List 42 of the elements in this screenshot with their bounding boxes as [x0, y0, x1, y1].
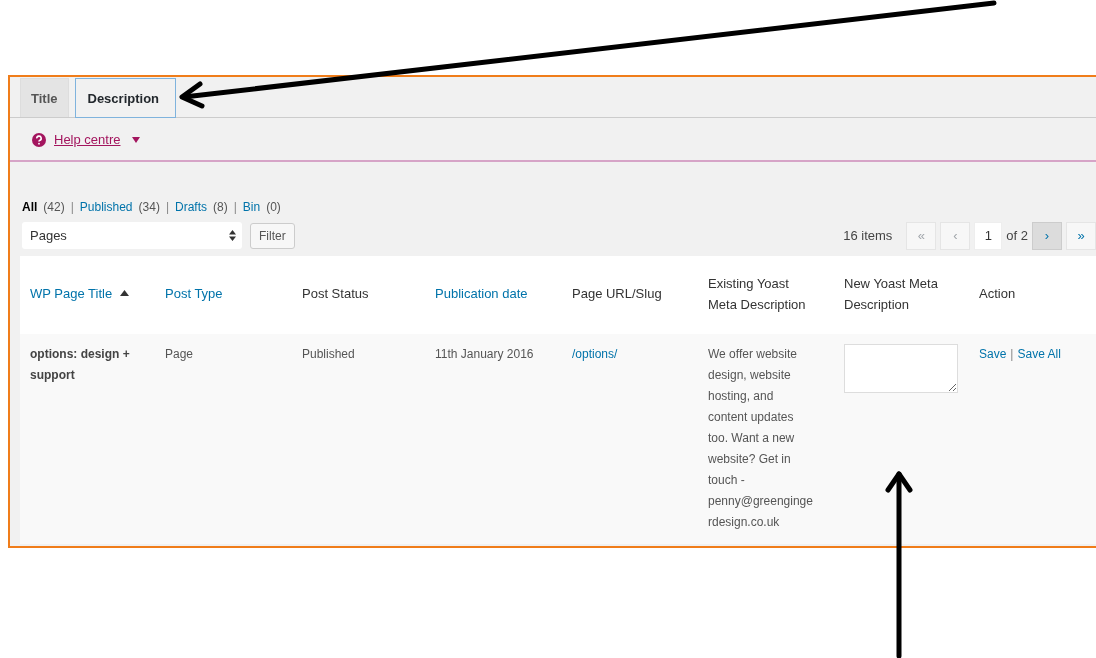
column-sort-link[interactable]: Publication date [435, 286, 528, 302]
status-count: (34) [138, 198, 160, 216]
separator: | [1010, 346, 1014, 361]
column-header: Post Status [302, 286, 369, 302]
help-icon [32, 132, 46, 147]
status-filter-link[interactable]: Published [79, 197, 133, 216]
action-link[interactable]: Save All [1017, 346, 1061, 361]
column-header: Action [979, 286, 1016, 302]
meta-description-input[interactable] [844, 343, 958, 393]
column-sort-link[interactable]: WP Page Title [30, 286, 113, 302]
select-arrows-icon [229, 230, 236, 241]
column-sort-link[interactable]: Post Type [165, 286, 223, 302]
table-cell: We offer website design, website hosting, and content updates too. Want a new website? Get in touch - penny@greengingerdesign.co.uk [708, 346, 813, 529]
status-count: (0) [266, 198, 281, 216]
status-count: (8) [213, 198, 228, 216]
tab[interactable]: Description [74, 77, 176, 118]
page-nav-button[interactable]: › [1032, 221, 1062, 250]
status-filter-link[interactable]: All [22, 197, 38, 216]
slug-link[interactable]: /options/ [572, 346, 618, 361]
item-count: 16 items [843, 226, 893, 245]
page-total: of 2 [1006, 226, 1028, 245]
table-cell: 11th January 2016 [435, 346, 534, 361]
action-link[interactable]: Save [979, 346, 1007, 361]
column-header: Existing Yoast Meta Description [708, 276, 806, 312]
page-nav-button[interactable]: » [1066, 221, 1096, 250]
page-number-field[interactable]: 1 [974, 221, 1003, 250]
column-header: New Yoast Meta Description [844, 276, 938, 312]
status-filter-link[interactable]: Drafts [175, 197, 207, 216]
tab[interactable]: Title [20, 77, 69, 117]
separator: | [70, 198, 74, 216]
separator: | [165, 198, 169, 216]
post-type-select[interactable]: Pages [22, 222, 242, 249]
status-count: (42) [43, 198, 65, 216]
table-cell: Published [302, 346, 355, 361]
status-filter-link[interactable]: Bin [242, 197, 261, 216]
table-cell: Page [165, 346, 194, 361]
caret-icon [132, 136, 141, 143]
column-header: Page URL/Slug [572, 286, 662, 302]
separator: | [233, 198, 237, 216]
help-centre-link[interactable]: Help centre [54, 130, 121, 150]
table-cell: options: design + support [30, 346, 130, 382]
filter-button[interactable]: Filter [250, 222, 295, 249]
